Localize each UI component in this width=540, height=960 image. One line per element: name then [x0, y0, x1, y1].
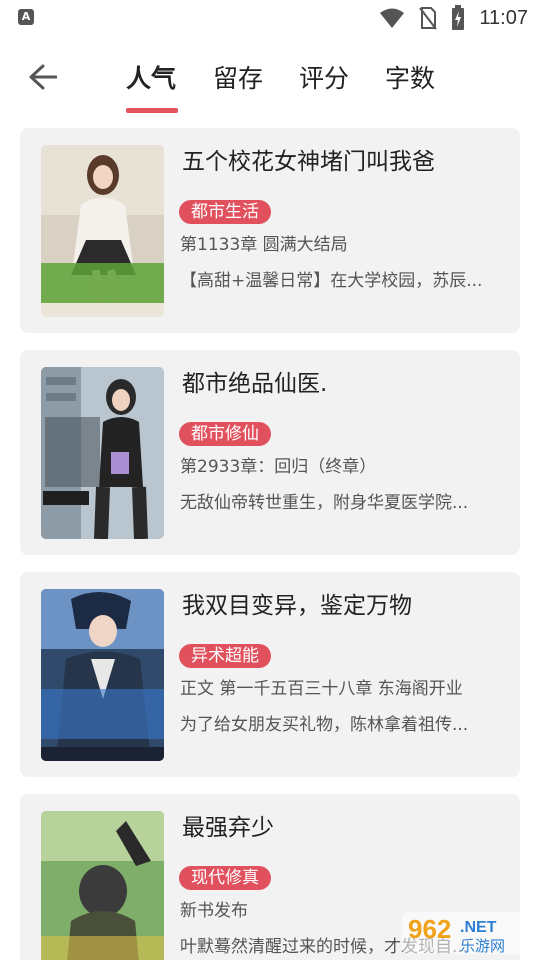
latest-chapter: 第2933章：回归（终章）	[180, 457, 377, 477]
no-sim-icon	[419, 7, 438, 30]
genre-tag: 都市生活	[179, 200, 271, 224]
book-cover-image	[41, 589, 164, 761]
book-cover-image	[41, 145, 164, 317]
tab-popularity[interactable]: 人气	[126, 62, 176, 96]
back-button[interactable]	[26, 60, 60, 94]
latest-chapter: 第1133章 圆满大结局	[180, 235, 348, 255]
book-title: 都市绝品仙医.	[182, 371, 328, 397]
wifi-icon	[380, 8, 405, 28]
battery-charging-icon	[452, 5, 465, 30]
book-title: 最强弃少	[182, 815, 274, 841]
book-cover-image	[41, 367, 164, 539]
book-description: 【高甜+温馨日常】在大学校园，苏辰...	[180, 271, 483, 291]
genre-tag: 现代修真	[179, 866, 271, 890]
active-tab-indicator	[126, 108, 178, 113]
status-bar: A 11:07	[0, 0, 540, 36]
book-card[interactable]: 我双目变异，鉴定万物 异术超能 正文 第一千五百三十八章 东海阁开业 为了给女朋…	[20, 572, 520, 777]
tab-retention[interactable]: 留存	[213, 62, 263, 96]
status-icons: 11:07	[379, 4, 528, 32]
site-watermark-logo: 962 .NET 乐游网	[400, 908, 536, 958]
ranking-header: 人气 留存 评分 字数	[0, 44, 540, 116]
svg-text:.NET: .NET	[460, 919, 497, 936]
book-card[interactable]: 都市绝品仙医. 都市修仙 第2933章：回归（终章） 无敌仙帝转世重生，附身华夏…	[20, 350, 520, 555]
tab-rating[interactable]: 评分	[299, 62, 349, 96]
book-description: 无敌仙帝转世重生，附身华夏医学院...	[180, 493, 469, 513]
latest-chapter: 正文 第一千五百三十八章 东海阁开业	[180, 679, 463, 699]
book-title: 五个校花女神堵门叫我爸	[182, 149, 435, 175]
latest-chapter: 新书发布	[180, 901, 248, 921]
book-description: 为了给女朋友买礼物，陈林拿着祖传...	[180, 715, 469, 735]
back-arrow-icon	[29, 64, 57, 90]
book-title: 我双目变异，鉴定万物	[182, 593, 412, 619]
a-letter-icon: A	[18, 9, 34, 25]
svg-text:乐游网: 乐游网	[460, 937, 505, 955]
svg-text:962: 962	[408, 914, 451, 944]
genre-tag: 都市修仙	[179, 422, 271, 446]
tab-word-count[interactable]: 字数	[385, 62, 435, 96]
book-card[interactable]: 五个校花女神堵门叫我爸 都市生活 第1133章 圆满大结局 【高甜+温馨日常】在…	[20, 128, 520, 333]
genre-tag: 异术超能	[179, 644, 271, 668]
clock-time: 11:07	[479, 6, 528, 29]
book-cover-image	[41, 811, 164, 960]
